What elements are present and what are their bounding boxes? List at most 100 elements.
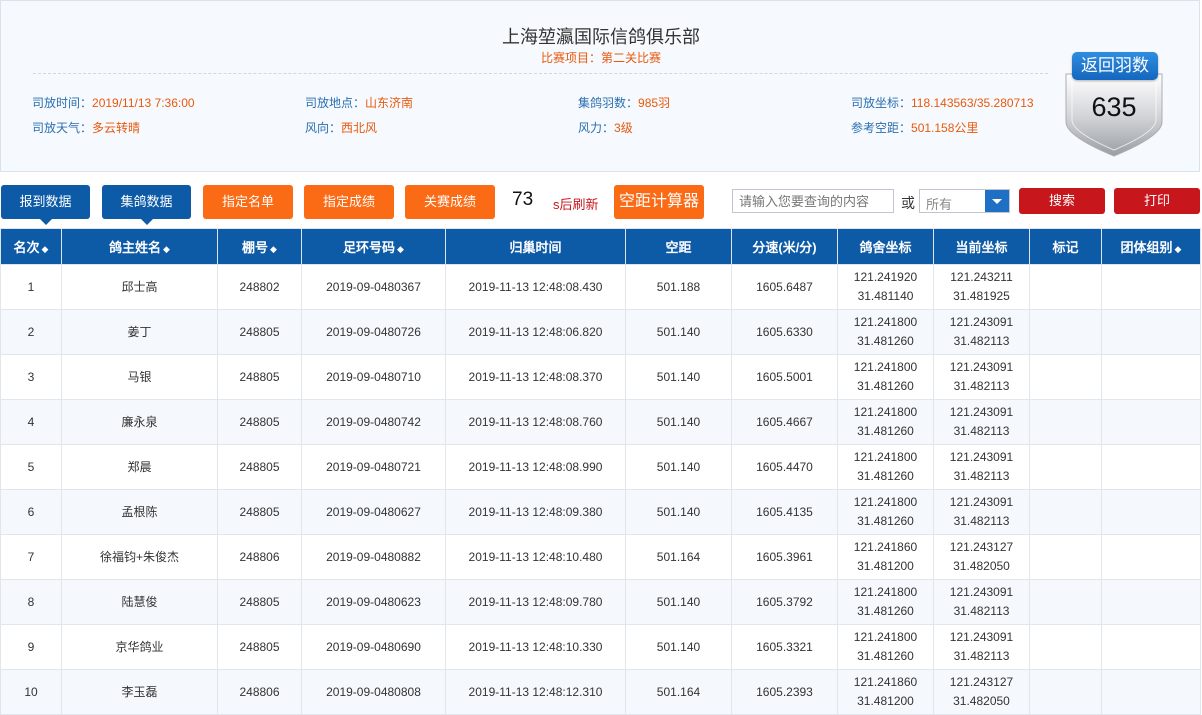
cell-ring: 2019-09-0480623 bbox=[301, 579, 446, 625]
cell-dist: 501.140 bbox=[625, 309, 732, 355]
report-data-button[interactable]: 报到数据 bbox=[1, 185, 90, 225]
returned-count-badge: 返回羽数 635 bbox=[1058, 52, 1170, 168]
info-wind-direction: 风向：西北风 bbox=[305, 121, 378, 135]
cell-home-coords: 121.241800 31.481260 bbox=[837, 309, 934, 355]
cell-speed: 1605.6487 bbox=[731, 264, 838, 310]
column-header: 当前坐标 bbox=[933, 228, 1030, 265]
cell-home-coords: 121.241800 31.481260 bbox=[837, 489, 934, 535]
table-body: 1 邱士高 248802 2019-09-0480367 2019-11-13 12:4… bbox=[0, 264, 1201, 715]
cell-group bbox=[1101, 624, 1201, 670]
cell-ring: 2019-09-0480690 bbox=[301, 624, 446, 670]
cell-mark bbox=[1029, 669, 1102, 715]
sort-icon[interactable]: ◆ bbox=[1175, 244, 1182, 254]
column-header[interactable]: 鸽主姓名 ◆ bbox=[61, 228, 218, 265]
cell-rank: 1 bbox=[0, 264, 62, 310]
cell-home-coords: 121.241800 31.481260 bbox=[837, 624, 934, 670]
cell-home-coords: 121.241920 31.481140 bbox=[837, 264, 934, 310]
table-row[interactable]: 9 京华鸽业 248805 2019-09-0480690 2019-11-13 12:… bbox=[0, 624, 1201, 670]
column-header[interactable]: 名次 ◆ bbox=[0, 228, 62, 265]
cell-ring: 2019-09-0480808 bbox=[301, 669, 446, 715]
chevron-down-icon[interactable] bbox=[985, 190, 1009, 212]
cell-current-coords: 121.243211 31.481925 bbox=[933, 264, 1030, 310]
cell-time: 2019-11-13 12:48:09.380 bbox=[445, 489, 626, 535]
cell-speed: 1605.3961 bbox=[731, 534, 838, 580]
distance-calculator-button[interactable]: 空距计算器 bbox=[614, 185, 704, 219]
info-reference-distance: 参考空距：501.158公里 bbox=[851, 121, 979, 135]
sort-icon[interactable]: ◆ bbox=[163, 244, 170, 254]
cell-owner: 李玉磊 bbox=[61, 669, 218, 715]
cell-current-coords: 121.243127 31.482050 bbox=[933, 534, 1030, 580]
named-list-button[interactable]: 指定名单 bbox=[203, 185, 293, 219]
cell-home-coords: 121.241860 31.481200 bbox=[837, 669, 934, 715]
cell-group bbox=[1101, 579, 1201, 625]
cell-group bbox=[1101, 444, 1201, 490]
cell-speed: 1605.4135 bbox=[731, 489, 838, 535]
cell-rank: 3 bbox=[0, 354, 62, 400]
column-header[interactable]: 棚号 ◆ bbox=[217, 228, 302, 265]
sort-icon[interactable]: ◆ bbox=[397, 244, 404, 254]
cell-rank: 5 bbox=[0, 444, 62, 490]
cell-time: 2019-11-13 12:48:08.430 bbox=[445, 264, 626, 310]
table-row[interactable]: 8 陆慧俊 248805 2019-09-0480623 2019-11-13 12:4… bbox=[0, 579, 1201, 625]
search-button[interactable]: 搜索 bbox=[1019, 188, 1105, 214]
cell-mark bbox=[1029, 309, 1102, 355]
cell-mark bbox=[1029, 489, 1102, 535]
column-header[interactable]: 足环号码 ◆ bbox=[301, 228, 446, 265]
cell-group bbox=[1101, 264, 1201, 310]
cell-mark bbox=[1029, 264, 1102, 310]
cell-rank: 7 bbox=[0, 534, 62, 580]
cell-current-coords: 121.243091 31.482113 bbox=[933, 624, 1030, 670]
info-wind-force: 风力：3级 bbox=[578, 121, 633, 135]
cell-group bbox=[1101, 534, 1201, 580]
cell-loft: 248805 bbox=[217, 444, 302, 490]
search-input[interactable] bbox=[732, 189, 894, 213]
cell-ring: 2019-09-0480710 bbox=[301, 354, 446, 400]
print-button[interactable]: 打印 bbox=[1114, 188, 1200, 214]
cell-owner: 郑晨 bbox=[61, 444, 218, 490]
filter-select-value: 所有 bbox=[926, 197, 953, 212]
named-results-button[interactable]: 指定成绩 bbox=[304, 185, 394, 219]
cell-loft: 248805 bbox=[217, 489, 302, 535]
cell-dist: 501.140 bbox=[625, 624, 732, 670]
sort-icon[interactable]: ◆ bbox=[270, 244, 277, 254]
cell-mark bbox=[1029, 354, 1102, 400]
closed-results-button[interactable]: 关赛成绩 bbox=[405, 185, 495, 219]
cell-rank: 6 bbox=[0, 489, 62, 535]
cell-loft: 248805 bbox=[217, 624, 302, 670]
table-row[interactable]: 5 郑晨 248805 2019-09-0480721 2019-11-13 12:48… bbox=[0, 444, 1201, 490]
cell-speed: 1605.2393 bbox=[731, 669, 838, 715]
cell-group bbox=[1101, 399, 1201, 445]
club-title: 上海堃瀛国际信鸽俱乐部 bbox=[502, 27, 700, 47]
cell-ring: 2019-09-0480882 bbox=[301, 534, 446, 580]
cell-speed: 1605.3321 bbox=[731, 624, 838, 670]
cell-dist: 501.140 bbox=[625, 579, 732, 625]
table-row[interactable]: 3 马银 248805 2019-09-0480710 2019-11-13 12:48… bbox=[0, 354, 1201, 400]
table-row[interactable]: 6 孟根陈 248805 2019-09-0480627 2019-11-13 12:4… bbox=[0, 489, 1201, 535]
cell-owner: 陆慧俊 bbox=[61, 579, 218, 625]
cell-loft: 248806 bbox=[217, 534, 302, 580]
column-header[interactable]: 团体组别 ◆ bbox=[1101, 228, 1201, 265]
cell-rank: 10 bbox=[0, 669, 62, 715]
cell-current-coords: 121.243091 31.482113 bbox=[933, 444, 1030, 490]
table-row[interactable]: 10 李玉磊 248806 2019-09-0480808 2019-11-13 12:… bbox=[0, 669, 1201, 715]
cell-group bbox=[1101, 309, 1201, 355]
cell-home-coords: 121.241800 31.481260 bbox=[837, 579, 934, 625]
refresh-label: s后刷新 bbox=[553, 197, 599, 212]
sort-icon[interactable]: ◆ bbox=[42, 244, 49, 254]
collect-data-button[interactable]: 集鸽数据 bbox=[102, 185, 191, 225]
cell-dist: 501.164 bbox=[625, 534, 732, 580]
table-row[interactable]: 1 邱士高 248802 2019-09-0480367 2019-11-13 12:4… bbox=[0, 264, 1201, 310]
cell-rank: 2 bbox=[0, 309, 62, 355]
cell-mark bbox=[1029, 444, 1102, 490]
table-row[interactable]: 2 姜丁 248805 2019-09-0480726 2019-11-13 12:48… bbox=[0, 309, 1201, 355]
divider bbox=[33, 73, 1048, 74]
filter-select[interactable]: 所有 bbox=[919, 189, 1010, 213]
cell-mark bbox=[1029, 579, 1102, 625]
cell-current-coords: 121.243127 31.482050 bbox=[933, 669, 1030, 715]
race-item: 比赛项目：第二关比赛 bbox=[1, 49, 1201, 66]
table-row[interactable]: 7 徐福钧+朱俊杰 248806 2019-09-0480882 2019-11-13 … bbox=[0, 534, 1201, 580]
table-row[interactable]: 4 廉永泉 248805 2019-09-0480742 2019-11-13 12:4… bbox=[0, 399, 1201, 445]
cell-owner: 徐福钧+朱俊杰 bbox=[61, 534, 218, 580]
cell-loft: 248805 bbox=[217, 399, 302, 445]
cell-current-coords: 121.243091 31.482113 bbox=[933, 309, 1030, 355]
